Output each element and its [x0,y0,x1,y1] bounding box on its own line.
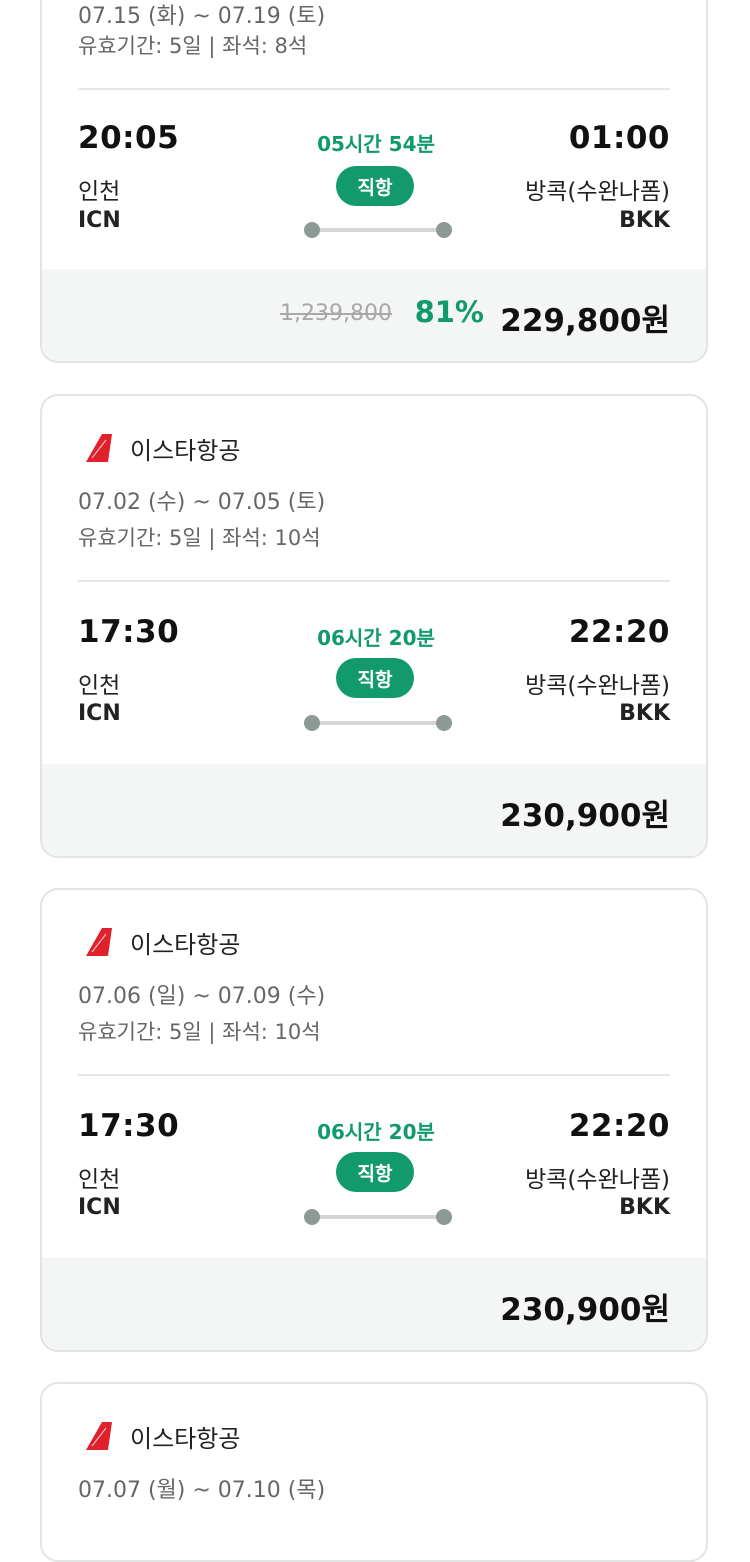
departure-city: 인천 [78,1167,121,1193]
original-price: 1,239,800 [280,301,392,326]
travel-dates: 07.06 (일) ~ 07.09 (수) [78,984,326,1009]
arrival-code: BKK [619,1195,670,1220]
eastar-jet-tail-icon [86,1422,112,1450]
price-bar: 230,900원 [42,1258,706,1350]
flight-card[interactable]: 이스타항공 07.06 (일) ~ 07.09 (수) 유효기간: 5일 | 좌… [40,888,708,1352]
airline-row: 이스타항공 [86,926,241,959]
travel-dates: 07.15 (화) ~ 07.19 (토) [78,4,326,29]
departure-time: 17:30 [78,614,180,650]
route-line [304,714,452,732]
destination-dot [436,715,452,731]
price: 230,900원 [500,1292,670,1328]
validity-seats: 유효기간: 5일 | 좌석: 10석 [78,1020,321,1044]
arrival-time: 22:20 [568,614,670,650]
validity-seats: 유효기간: 5일 | 좌석: 10석 [78,526,321,550]
flight-card[interactable]: 이스타항공 07.02 (수) ~ 07.05 (토) 유효기간: 5일 | 좌… [40,394,708,858]
price: 229,800원 [500,303,670,339]
arrival-city: 방콕(수완나폼) [525,179,670,205]
departure-time: 20:05 [78,120,180,156]
departure-time: 17:30 [78,1108,180,1144]
arrival-time: 22:20 [568,1108,670,1144]
validity-seats: 유효기간: 5일 | 좌석: 8석 [78,34,308,58]
departure-city: 인천 [78,179,121,205]
origin-dot [304,715,320,731]
flight-card[interactable]: 07.15 (화) ~ 07.19 (토) 유효기간: 5일 | 좌석: 8석 … [40,0,708,363]
arrival-code: BKK [619,701,670,726]
discount-rate: 81% [414,295,484,329]
airline-name: 이스타항공 [130,930,241,959]
travel-dates: 07.07 (월) ~ 07.10 (목) [78,1478,326,1503]
divider [78,580,670,582]
divider [78,1074,670,1076]
flight-duration: 05시간 54분 [317,132,435,156]
airline-name: 이스타항공 [130,1424,241,1453]
origin-dot [304,222,320,238]
price: 230,900원 [500,798,670,834]
eastar-jet-tail-icon [86,434,112,462]
airline-name: 이스타항공 [130,436,241,465]
divider [78,88,670,90]
travel-dates: 07.02 (수) ~ 07.05 (토) [78,490,326,515]
arrival-time: 01:00 [568,120,670,156]
price-bar: 230,900원 [42,764,706,856]
origin-dot [304,1209,320,1225]
arrival-city: 방콕(수완나폼) [525,673,670,699]
direct-flight-badge: 직항 [336,1152,414,1192]
flight-duration: 06시간 20분 [317,1120,435,1144]
destination-dot [436,222,452,238]
flight-duration: 06시간 20분 [317,626,435,650]
arrival-code: BKK [619,208,670,233]
airline-row: 이스타항공 [86,1420,241,1453]
eastar-jet-tail-icon [86,928,112,956]
route-line [304,221,452,239]
arrival-city: 방콕(수완나폼) [525,1167,670,1193]
price-bar: 1,239,800 81% 229,800원 [42,269,706,361]
departure-code: ICN [78,1195,121,1220]
departure-code: ICN [78,208,121,233]
flight-card[interactable]: 이스타항공 07.07 (월) ~ 07.10 (목) [40,1382,708,1562]
direct-flight-badge: 직항 [336,658,414,698]
airline-row: 이스타항공 [86,432,241,465]
direct-flight-badge: 직항 [336,166,414,206]
destination-dot [436,1209,452,1225]
departure-city: 인천 [78,673,121,699]
departure-code: ICN [78,701,121,726]
route-line [304,1208,452,1226]
